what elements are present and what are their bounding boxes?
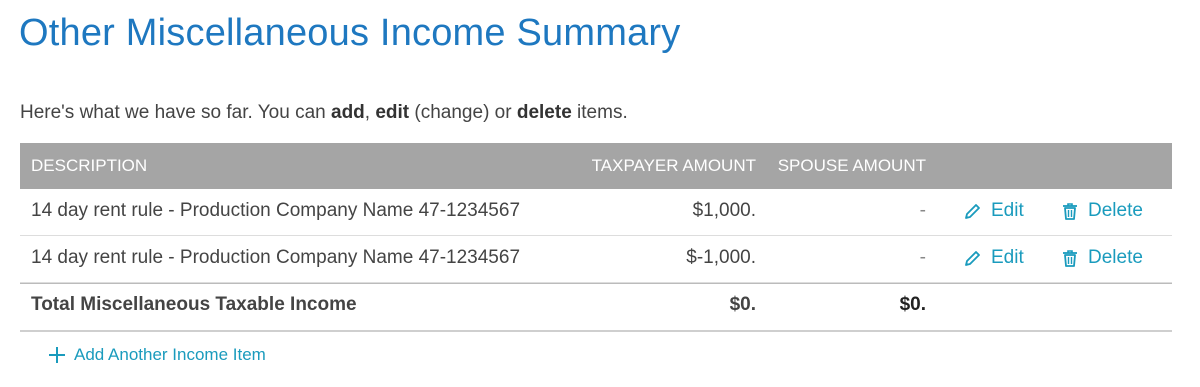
delete-button[interactable]: Delete [1060,200,1143,222]
total-taxpayer-amount: $0. [729,294,756,315]
delete-button[interactable]: Delete [1060,247,1143,269]
edit-button[interactable]: Edit [963,247,1024,269]
income-table: DESCRIPTION TAXPAYER AMOUNT SPOUSE AMOUN… [20,143,1172,332]
trash-icon [1063,250,1077,267]
total-spouse-amount: $0. [899,294,926,315]
page-title: Other Miscellaneous Income Summary [19,12,681,54]
add-another-income-item-button[interactable]: Add Another Income Item [48,345,266,365]
intro-edit: edit [375,102,410,123]
intro-delete: delete [516,102,572,123]
table-row: 14 day rent rule - Production Company Na… [20,236,1172,283]
total-row: Total Miscellaneous Taxable Income $0. $… [20,283,1172,332]
delete-label: Delete [1088,200,1143,221]
trash-icon [1063,203,1077,220]
row-taxpayer-amount: $-1,000. [686,247,756,268]
intro-text: Here's what we have so far. You can add,… [20,102,628,124]
pencil-icon [965,204,980,219]
table-header: DESCRIPTION TAXPAYER AMOUNT SPOUSE AMOUN… [20,143,1172,189]
edit-label: Edit [991,247,1024,268]
row-description: 14 day rent rule - Production Company Na… [31,247,521,268]
edit-label: Edit [991,200,1024,221]
row-description: 14 day rent rule - Production Company Na… [31,200,521,221]
intro-prefix: Here's what we have so far. You can [20,102,331,123]
edit-button[interactable]: Edit [963,200,1024,222]
pencil-icon [965,251,980,266]
intro-sep: , [364,102,376,123]
header-description: DESCRIPTION [31,156,148,175]
intro-suffix: items. [571,102,628,123]
add-item-label: Add Another Income Item [74,345,266,364]
header-taxpayer-amount: TAXPAYER AMOUNT [591,156,756,175]
total-label: Total Miscellaneous Taxable Income [31,294,357,315]
intro-add: add [331,102,365,123]
row-spouse-amount: - [919,200,926,221]
row-spouse-amount: - [919,247,926,268]
header-spouse-amount: SPOUSE AMOUNT [777,156,926,175]
plus-icon [49,347,65,363]
intro-middle: (change) or [409,102,517,123]
delete-label: Delete [1088,247,1143,268]
table-row: 14 day rent rule - Production Company Na… [20,189,1172,236]
row-taxpayer-amount: $1,000. [692,200,756,221]
